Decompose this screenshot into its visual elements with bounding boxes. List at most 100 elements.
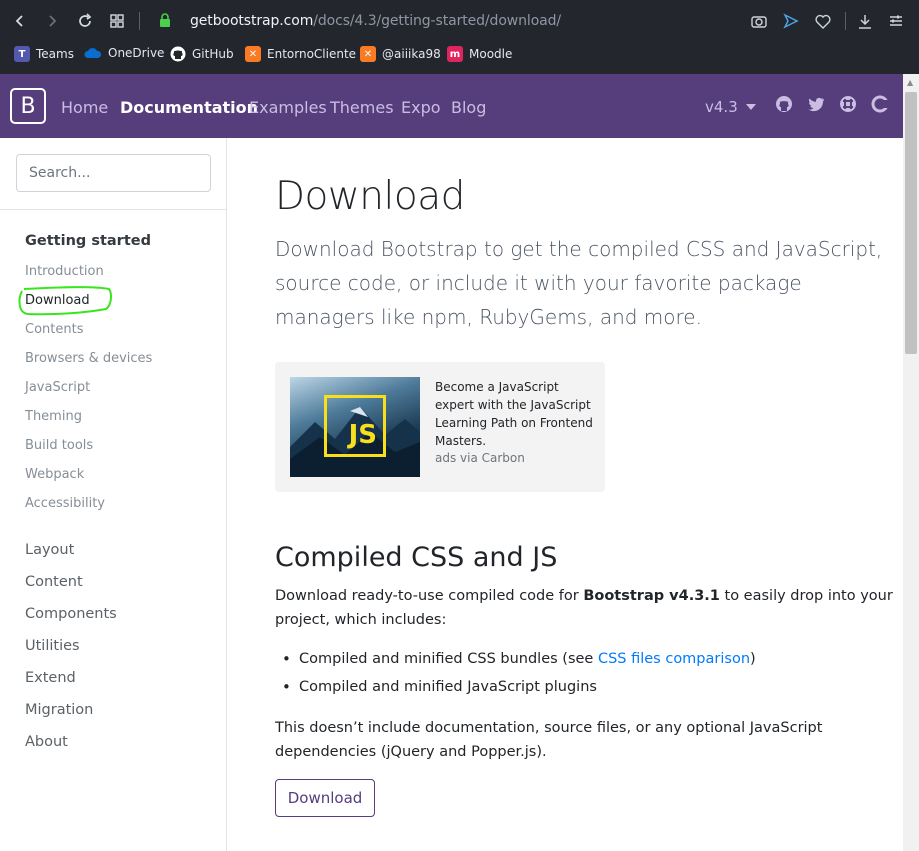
compiled-intro-paragraph: Download ready-to-use compiled code for … bbox=[275, 584, 895, 632]
bookmark-moodle[interactable]: m Moodle bbox=[447, 46, 512, 62]
bookmark-label: Moodle bbox=[469, 47, 513, 61]
ad-attribution[interactable]: ads via Carbon bbox=[435, 451, 525, 465]
bookmarks-bar: T Teams OneDrive GitHub ✕ EntornoCliente… bbox=[0, 42, 919, 70]
main-content: Download Download Bootstrap to get the c… bbox=[227, 138, 903, 851]
caret-down-icon bbox=[745, 104, 756, 110]
grid-icon bbox=[110, 14, 124, 28]
tabs-grid-button[interactable] bbox=[106, 10, 128, 32]
sidebar-section-migration[interactable]: Migration bbox=[25, 702, 93, 718]
sidebar-item-accessibility[interactable]: Accessibility bbox=[25, 496, 105, 511]
url-path: /docs/4.3/getting-started/download/ bbox=[313, 13, 562, 29]
sidebar-section-getting-started[interactable]: Getting started bbox=[25, 233, 151, 249]
version-label: v4.3 bbox=[705, 98, 738, 116]
bootstrap-logo[interactable]: B bbox=[10, 88, 46, 124]
sidebar-section-content[interactable]: Content bbox=[25, 574, 83, 590]
opencollective-icon[interactable] bbox=[870, 94, 890, 114]
forward-arrow-icon bbox=[49, 15, 57, 27]
sidebar-item-build-tools[interactable]: Build tools bbox=[25, 438, 93, 453]
separator bbox=[845, 12, 846, 30]
sidebar-item-webpack[interactable]: Webpack bbox=[25, 467, 84, 482]
list-item-text: Compiled and minified CSS bundles (see bbox=[299, 651, 598, 667]
search-input[interactable]: Search... bbox=[16, 154, 211, 192]
nav-blog[interactable]: Blog bbox=[451, 98, 486, 117]
address-bar-row: getbootstrap.com/docs/4.3/getting-starte… bbox=[0, 0, 919, 42]
sidebar-item-introduction[interactable]: Introduction bbox=[25, 264, 104, 279]
camera-icon bbox=[751, 16, 767, 28]
xampp-icon: ✕ bbox=[360, 46, 376, 62]
page-lead: Download Bootstrap to get the compiled C… bbox=[275, 237, 883, 329]
scrollbar-thumb[interactable] bbox=[905, 92, 917, 354]
sidebar-item-browsers-devices[interactable]: Browsers & devices bbox=[25, 351, 152, 366]
nav-home[interactable]: Home bbox=[61, 98, 108, 117]
separator bbox=[139, 12, 140, 30]
paragraph-text: Download ready-to-use compiled code for bbox=[275, 588, 584, 604]
sidebar-section-utilities[interactable]: Utilities bbox=[25, 638, 80, 654]
url-field[interactable]: getbootstrap.com/docs/4.3/getting-starte… bbox=[190, 13, 561, 29]
bookmark-teams[interactable]: T Teams bbox=[14, 46, 74, 62]
site-navbar: B Home Documentation Examples Themes Exp… bbox=[0, 74, 903, 138]
list-item-text: Compiled and minified JavaScript plugins bbox=[299, 679, 597, 695]
sidebar-search-area: Search... bbox=[0, 138, 226, 210]
download-button[interactable]: Download bbox=[275, 779, 375, 817]
sidebar-item-contents[interactable]: Contents bbox=[25, 322, 83, 337]
ad-text[interactable]: Become a JavaScript expert with the Java… bbox=[435, 378, 595, 450]
nav-expo[interactable]: Expo bbox=[401, 98, 441, 117]
search-placeholder: Search... bbox=[29, 165, 91, 181]
bookmark-entornocliente[interactable]: ✕ EntornoCliente bbox=[245, 46, 356, 62]
carbon-ad[interactable]: JS Become a JavaScript expert with the J… bbox=[275, 362, 605, 492]
sidebar-section-about[interactable]: About bbox=[25, 734, 68, 750]
favorite-button[interactable] bbox=[813, 11, 833, 31]
bookmark-label: Teams bbox=[36, 47, 74, 61]
settings-sliders-icon bbox=[890, 15, 902, 26]
sidebar-item-javascript[interactable]: JavaScript bbox=[25, 380, 90, 395]
send-button[interactable] bbox=[781, 11, 801, 31]
bookmark-label: OneDrive bbox=[108, 46, 165, 60]
bookmark-aiiika98[interactable]: ✕ @aiiika98 bbox=[360, 46, 441, 62]
forward-button[interactable] bbox=[41, 10, 63, 32]
sidebar-section-components[interactable]: Components bbox=[25, 606, 117, 622]
github-icon bbox=[170, 46, 186, 62]
javascript-logo: JS bbox=[324, 395, 386, 457]
bookmark-label: GitHub bbox=[192, 47, 234, 61]
reload-icon bbox=[79, 13, 92, 27]
list-item-text: ) bbox=[750, 651, 756, 667]
nav-documentation[interactable]: Documentation bbox=[120, 98, 258, 117]
xampp-icon: ✕ bbox=[245, 46, 261, 62]
list-item: Compiled and minified CSS bundles (see C… bbox=[282, 650, 756, 668]
github-icon[interactable] bbox=[774, 94, 794, 114]
dependencies-paragraph: This doesn’t include documentation, sour… bbox=[275, 720, 823, 760]
easy-setup-button[interactable] bbox=[886, 11, 906, 31]
page-title: Download bbox=[275, 174, 465, 219]
sidebar-section-extend[interactable]: Extend bbox=[25, 670, 76, 686]
list-item: Compiled and minified JavaScript plugins bbox=[282, 678, 597, 696]
slack-icon[interactable] bbox=[838, 94, 858, 114]
moodle-icon: m bbox=[447, 46, 463, 62]
lock-icon bbox=[160, 13, 170, 27]
back-button[interactable] bbox=[9, 10, 31, 32]
screenshot-button[interactable] bbox=[749, 11, 769, 31]
nav-themes[interactable]: Themes bbox=[330, 98, 394, 117]
onedrive-icon bbox=[84, 48, 102, 58]
download-icon bbox=[859, 14, 871, 29]
section-heading-compiled: Compiled CSS and JS bbox=[275, 542, 558, 573]
nav-examples[interactable]: Examples bbox=[249, 98, 327, 117]
version-dropdown[interactable]: v4.3 bbox=[705, 98, 756, 116]
ad-image[interactable]: JS bbox=[290, 377, 420, 477]
sidebar-item-theming[interactable]: Theming bbox=[25, 409, 82, 424]
css-files-comparison-link[interactable]: CSS files comparison bbox=[598, 651, 750, 667]
bookmark-github[interactable]: GitHub bbox=[170, 46, 234, 62]
browser-chrome: getbootstrap.com/docs/4.3/getting-starte… bbox=[0, 0, 919, 74]
send-icon bbox=[783, 13, 799, 29]
back-arrow-icon bbox=[15, 15, 23, 27]
downloads-button[interactable] bbox=[855, 11, 875, 31]
sidebar-section-layout[interactable]: Layout bbox=[25, 542, 74, 558]
version-bold: Bootstrap v4.3.1 bbox=[583, 588, 720, 604]
bookmark-onedrive[interactable]: OneDrive bbox=[84, 46, 164, 60]
twitter-icon[interactable] bbox=[806, 94, 826, 114]
scroll-up-icon[interactable]: ▲ bbox=[907, 78, 913, 87]
hand-drawn-highlight-annotation bbox=[18, 286, 112, 316]
reload-button[interactable] bbox=[74, 10, 96, 32]
bookmark-label: @aiiika98 bbox=[382, 47, 441, 61]
bookmark-label: EntornoCliente bbox=[267, 47, 357, 61]
heart-icon bbox=[815, 14, 831, 29]
